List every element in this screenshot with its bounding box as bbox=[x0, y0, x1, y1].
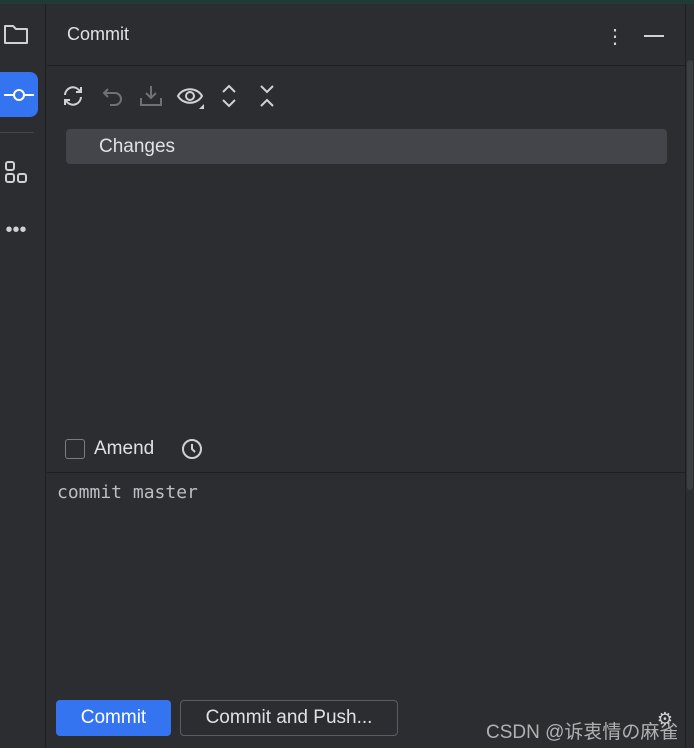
project-folder-icon[interactable] bbox=[2, 20, 30, 48]
view-options-icon[interactable] bbox=[175, 82, 205, 112]
expand-all-icon[interactable] bbox=[217, 82, 241, 110]
commit-and-push-button[interactable]: Commit and Push... bbox=[180, 700, 398, 736]
rollback-icon[interactable] bbox=[99, 82, 127, 110]
scrollbar[interactable] bbox=[687, 60, 693, 490]
shelve-icon[interactable] bbox=[137, 82, 165, 110]
amend-checkbox[interactable]: Amend bbox=[65, 438, 154, 460]
tool-window-strip: ••• bbox=[0, 4, 46, 748]
amend-checkbox-box[interactable] bbox=[65, 439, 85, 459]
refresh-icon[interactable] bbox=[59, 82, 87, 110]
commit-message-input[interactable]: commit master bbox=[57, 482, 198, 503]
collapse-all-icon[interactable] bbox=[255, 82, 279, 110]
strip-divider bbox=[0, 132, 34, 133]
watermark: CSDN @诉衷情の麻雀 bbox=[486, 722, 679, 743]
minimize-icon[interactable] bbox=[643, 24, 665, 48]
commit-tool-icon[interactable] bbox=[0, 72, 38, 117]
amend-label: Amend bbox=[94, 438, 155, 459]
commit-panel: Commit ⋮ Changes Amend commit master Com… bbox=[47, 4, 685, 748]
more-options-icon[interactable]: ⋮ bbox=[605, 24, 625, 48]
panel-title: Commit bbox=[67, 24, 129, 44]
message-divider bbox=[47, 472, 685, 473]
commit-history-clock-icon[interactable] bbox=[180, 437, 204, 461]
structure-icon[interactable] bbox=[2, 158, 30, 186]
changes-tree-node[interactable]: Changes bbox=[66, 129, 667, 164]
commit-button[interactable]: Commit bbox=[56, 700, 171, 736]
more-tools-icon[interactable]: ••• bbox=[2, 219, 30, 241]
header-divider bbox=[47, 65, 685, 66]
